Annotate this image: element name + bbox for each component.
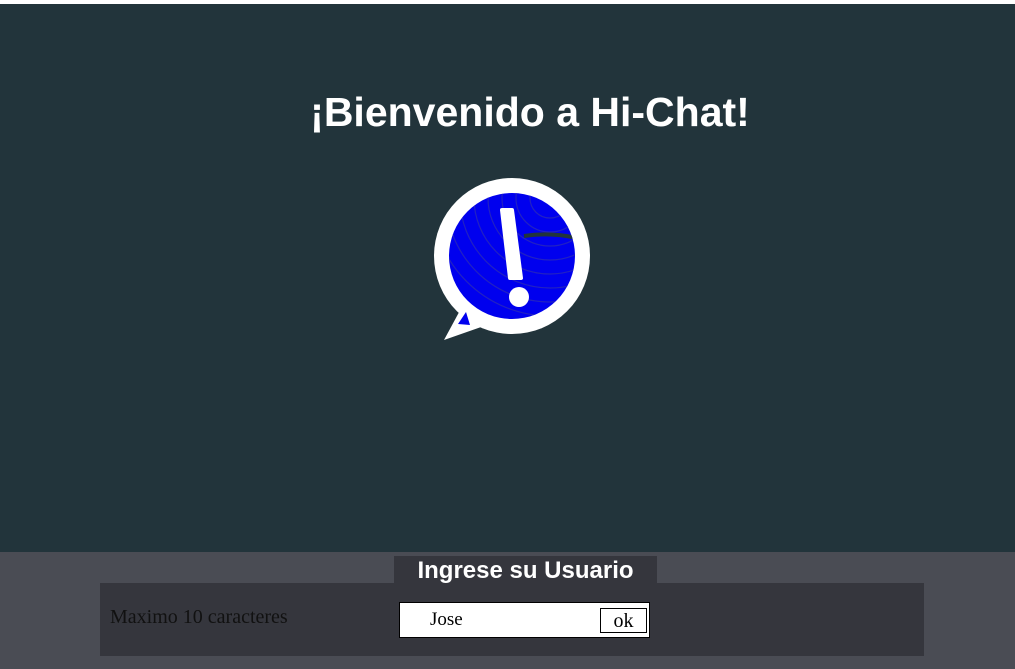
login-panel: Ingrese su Usuario Maximo 10 caracteres … bbox=[0, 552, 1015, 669]
username-prompt: Ingrese su Usuario bbox=[394, 556, 657, 584]
username-input[interactable] bbox=[400, 603, 598, 637]
ok-button[interactable]: ok bbox=[600, 608, 647, 633]
welcome-title: ¡Bienvenido a Hi-Chat! bbox=[310, 89, 750, 135]
app-window: ¡Bienvenido a Hi-Chat! Ingrese su Usuari… bbox=[0, 4, 1015, 669]
username-row: Maximo 10 caracteres ok bbox=[100, 583, 924, 656]
max-length-hint: Maximo 10 caracteres bbox=[110, 606, 288, 628]
chat-bubble-exclamation-icon bbox=[432, 176, 594, 348]
username-input-box: ok bbox=[399, 602, 650, 638]
